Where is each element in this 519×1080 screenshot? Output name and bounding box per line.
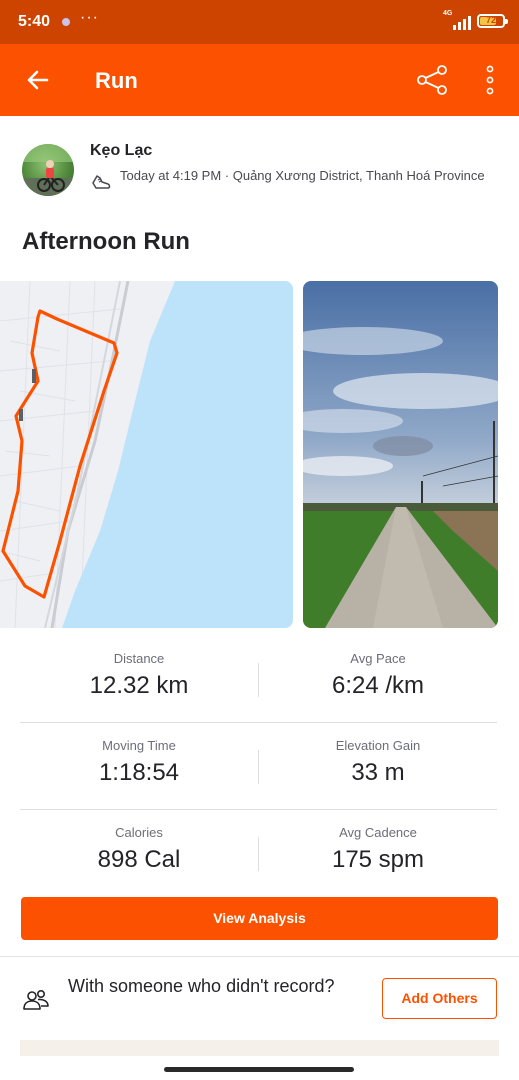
battery-icon: 72 xyxy=(477,14,508,28)
home-indicator[interactable] xyxy=(164,1067,354,1072)
stat-value: 898 Cal xyxy=(97,846,181,873)
stat-value: 175 spm xyxy=(331,846,425,873)
stat-value: 1:18:54 xyxy=(98,759,180,786)
stat-value: 12.32 km xyxy=(89,672,189,699)
more-vertical-icon xyxy=(486,65,494,95)
view-analysis-button[interactable]: View Analysis xyxy=(21,897,498,940)
status-indicators: 4G 72 xyxy=(443,10,508,30)
stat-elevation-gain: Elevation Gain 33 m xyxy=(259,723,497,787)
stat-value: 6:24 /km xyxy=(331,672,425,699)
arrow-left-icon xyxy=(27,70,49,90)
stats-row: Calories 898 Cal Avg Cadence 175 spm xyxy=(20,810,497,896)
stat-label: Distance xyxy=(113,651,165,666)
athlete-name[interactable]: Kẹo Lạc xyxy=(90,142,152,160)
people-icon xyxy=(23,990,49,1010)
share-icon xyxy=(417,65,447,95)
battery-percent: 72 xyxy=(485,15,496,25)
activity-title: Afternoon Run xyxy=(22,228,190,255)
add-others-button[interactable]: Add Others xyxy=(382,978,497,1019)
network-type: 4G xyxy=(443,10,453,17)
back-button[interactable] xyxy=(20,62,56,98)
stats-row: Moving Time 1:18:54 Elevation Gain 33 m xyxy=(20,723,497,810)
with-others-text: With someone who didn't record? xyxy=(68,976,335,996)
more-options-button[interactable] xyxy=(478,62,502,98)
route-map[interactable] xyxy=(0,281,293,628)
stat-label: Elevation Gain xyxy=(335,738,421,753)
stat-moving-time: Moving Time 1:18:54 xyxy=(20,723,258,787)
run-shoe-icon xyxy=(92,175,111,189)
avatar[interactable] xyxy=(22,144,74,196)
stat-avg-cadence: Avg Cadence 175 spm xyxy=(259,810,497,874)
avatar-image xyxy=(22,144,74,196)
stats-grid: Distance 12.32 km Avg Pace 6:24 /km Movi… xyxy=(20,636,497,896)
status-bar: 5:40 ··· 4G 72 xyxy=(0,0,519,44)
activity-meta: Today at 4:19 PM · Quảng Xương District,… xyxy=(120,168,485,183)
status-time: 5:40 xyxy=(18,13,51,30)
stat-calories: Calories 898 Cal xyxy=(20,810,258,874)
stat-label: Avg Pace xyxy=(350,651,406,666)
athlete-header: Kẹo Lạc Today at 4:19 PM · Quảng Xương D… xyxy=(0,140,519,210)
status-more-indicator: ··· xyxy=(80,9,99,26)
stat-distance: Distance 12.32 km xyxy=(20,636,258,700)
activity-photo[interactable] xyxy=(303,281,498,628)
signal-icon: 4G xyxy=(443,10,471,30)
notification-dot-icon xyxy=(62,18,70,26)
stat-label: Calories xyxy=(115,825,163,840)
stat-label: Moving Time xyxy=(102,738,176,753)
section-divider xyxy=(0,956,519,957)
share-button[interactable] xyxy=(413,62,453,98)
app-bar: Run xyxy=(0,44,519,116)
stats-row: Distance 12.32 km Avg Pace 6:24 /km xyxy=(20,636,497,723)
add-others-prompt: With someone who didn't record? Add Othe… xyxy=(0,964,519,1040)
media-carousel[interactable] xyxy=(0,281,519,628)
stat-label: Avg Cadence xyxy=(339,825,417,840)
page-title: Run xyxy=(95,68,138,93)
next-section-peek xyxy=(20,1040,499,1056)
stat-avg-pace: Avg Pace 6:24 /km xyxy=(259,636,497,700)
stat-value: 33 m xyxy=(351,759,405,786)
